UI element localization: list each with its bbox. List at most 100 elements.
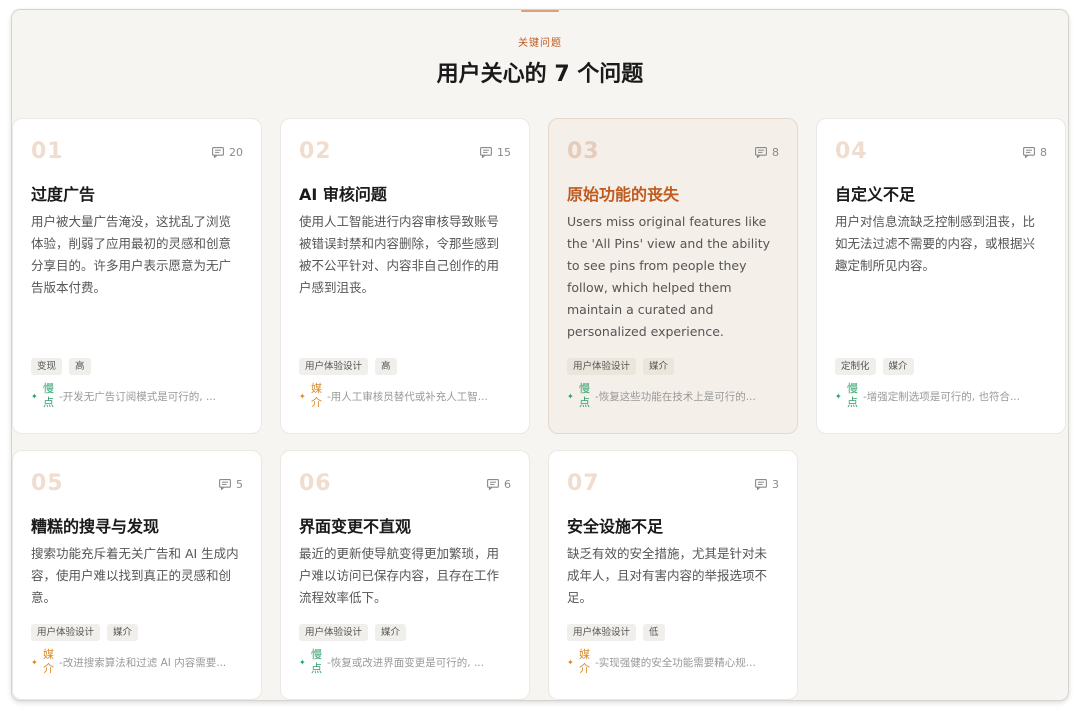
feasibility-text: -恢复这些功能在技术上是可行的... <box>595 390 756 403</box>
feasibility-note: ✦ 慢点 -恢复或改进界面变更是可行的, ... <box>299 648 499 676</box>
feasibility-label: 慢点 <box>43 382 54 409</box>
feasibility-text: -用人工审核员替代或补充人工智... <box>327 390 488 403</box>
feasibility-label: 慢点 <box>847 382 858 409</box>
page-title: 用户关心的 7 个问题 <box>436 62 644 87</box>
tag-list: 定制化 媒介 <box>835 358 914 375</box>
sparkle-icon: ✦ <box>567 391 574 401</box>
issue-card-07[interactable]: 07 3 安全设施不足 缺乏有效的安全措施，尤其是针对未成年人，且对有害内容的举… <box>548 450 798 700</box>
comment-count: 6 <box>487 478 511 491</box>
comment-icon <box>755 479 767 491</box>
tag: 高 <box>69 358 91 375</box>
issue-card-01[interactable]: 01 20 过度广告 用户被大量广告淹没，这扰乱了浏览体验，削弱了应用最初的灵感… <box>12 118 262 434</box>
feasibility-note: ✦ 媒介 -实现强健的安全功能需要精心规... <box>567 648 767 676</box>
comment-count-value: 6 <box>504 478 511 491</box>
issue-number: 02 <box>299 139 332 164</box>
issue-description: 用户被大量广告淹没，这扰乱了浏览体验，削弱了应用最初的灵感和创意分享目的。许多用… <box>31 214 232 295</box>
issue-description: 使用人工智能进行内容审核导致账号被错误封禁和内容删除，令那些感到被不公平针对、内… <box>299 214 500 295</box>
sparkle-icon: ✦ <box>835 391 842 401</box>
sparkle-icon: ✦ <box>567 657 574 667</box>
feasibility-text: -改进搜索算法和过滤 AI 内容需要... <box>59 656 227 669</box>
comment-icon <box>755 147 767 159</box>
sparkle-icon: ✦ <box>31 657 38 667</box>
tag-list: 用户体验设计 媒介 <box>31 624 139 641</box>
tag: 高 <box>375 358 397 375</box>
issue-title: 过度广告 <box>31 185 96 204</box>
comment-icon <box>212 147 224 159</box>
issue-number: 01 <box>31 139 64 164</box>
feasibility-text: -开发无广告订阅模式是可行的, ... <box>59 390 216 403</box>
tag-list: 用户体验设计高 <box>299 358 397 375</box>
feasibility-note: ✦ 慢点 -增强定制选项是可行的, 也符合... <box>835 382 1035 410</box>
feasibility-note: ✦ 慢点 -开发无广告订阅模式是可行的, ... <box>31 382 231 410</box>
comment-icon <box>1023 147 1035 159</box>
comment-count: 8 <box>755 146 779 159</box>
feasibility-label: 慢点 <box>579 382 590 409</box>
comment-count: 5 <box>219 478 243 491</box>
comment-count-value: 20 <box>229 146 243 159</box>
feasibility-label: 媒介 <box>311 382 322 409</box>
issue-title: 安全设施不足 <box>567 517 664 536</box>
feasibility-text: -实现强健的安全功能需要精心规... <box>595 656 756 669</box>
sparkle-icon: ✦ <box>299 657 306 667</box>
issue-description: 搜索功能充斥着无关广告和 AI 生成内容，使用户难以找到真正的灵感和创意。 <box>31 546 239 605</box>
comment-count: 3 <box>755 478 779 491</box>
tag: 用户体验设计 <box>31 624 101 641</box>
issue-card-02[interactable]: 02 15 AI 审核问题 使用人工智能进行内容审核导致账号被错误封禁和内容删除… <box>280 118 530 434</box>
issue-card-06[interactable]: 06 6 界面变更不直观 最近的更新使导航变得更加繁琐，用户难以访问已保存内容，… <box>280 450 530 700</box>
sparkle-icon: ✦ <box>31 391 38 401</box>
top-accent-bar <box>521 10 559 12</box>
comment-count: 15 <box>480 146 511 159</box>
comment-count-value: 8 <box>772 146 779 159</box>
tag: 媒介 <box>375 624 407 641</box>
tag: 媒介 <box>882 358 914 375</box>
tag: 低 <box>643 624 665 641</box>
issue-description: Users miss original features like the 'A… <box>567 214 771 339</box>
comment-count: 8 <box>1023 146 1047 159</box>
issues-panel: 关键问题 用户关心的 7 个问题 01 20 过度广告 用户被大量广告淹没，这扰… <box>12 10 1068 700</box>
tag: 用户体验设计 <box>299 624 369 641</box>
issue-number: 07 <box>567 471 600 496</box>
comment-icon <box>219 479 231 491</box>
feasibility-note: ✦ 慢点 -恢复这些功能在技术上是可行的... <box>567 382 767 410</box>
issue-number: 05 <box>31 471 64 496</box>
feasibility-note: ✦ 媒介 -改进搜索算法和过滤 AI 内容需要... <box>31 648 231 676</box>
feasibility-text: -增强定制选项是可行的, 也符合... <box>863 390 1020 403</box>
comment-count-value: 15 <box>497 146 511 159</box>
comment-count-value: 5 <box>236 478 243 491</box>
issue-card-05[interactable]: 05 5 糟糕的搜寻与发现 搜索功能充斥着无关广告和 AI 生成内容，使用户难以… <box>12 450 262 700</box>
issue-description: 缺乏有效的安全措施，尤其是针对未成年人，且对有害内容的举报选项不足。 <box>567 546 768 605</box>
issue-title: 糟糕的搜寻与发现 <box>31 517 160 536</box>
section-eyebrow: 关键问题 <box>518 38 562 49</box>
feasibility-label: 媒介 <box>579 648 590 675</box>
tag: 定制化 <box>835 358 876 375</box>
feasibility-label: 媒介 <box>43 648 54 675</box>
tag-list: 用户体验设计 媒介 <box>567 358 675 375</box>
issue-number: 06 <box>299 471 332 496</box>
tag: 用户体验设计 <box>567 624 637 641</box>
comment-count-value: 8 <box>1040 146 1047 159</box>
comment-count-value: 3 <box>772 478 779 491</box>
issue-number: 03 <box>567 139 600 164</box>
tag: 媒介 <box>643 358 675 375</box>
tag: 变现 <box>31 358 63 375</box>
issue-number: 04 <box>835 139 868 164</box>
issue-description: 用户对信息流缺乏控制感到沮丧，比如无法过滤不需要的内容，或根据兴趣定制所见内容。 <box>835 214 1036 273</box>
tag: 用户体验设计 <box>299 358 369 375</box>
issue-title: 界面变更不直观 <box>299 517 412 536</box>
issue-description: 最近的更新使导航变得更加繁琐，用户难以访问已保存内容，且存在工作流程效率低下。 <box>299 546 500 605</box>
comment-count: 20 <box>212 146 243 159</box>
feasibility-note: ✦ 媒介 -用人工审核员替代或补充人工智... <box>299 382 499 410</box>
issue-card-04[interactable]: 04 8 自定义不足 用户对信息流缺乏控制感到沮丧，比如无法过滤不需要的内容，或… <box>816 118 1066 434</box>
issue-card-03[interactable]: 03 8 原始功能的丧失 Users miss original feature… <box>548 118 798 434</box>
feasibility-label: 慢点 <box>311 648 322 675</box>
sparkle-icon: ✦ <box>299 391 306 401</box>
tag-list: 用户体验设计 媒介 <box>299 624 407 641</box>
tag: 用户体验设计 <box>567 358 637 375</box>
feasibility-text: -恢复或改进界面变更是可行的, ... <box>327 656 484 669</box>
tag-list: 变现高 <box>31 358 91 375</box>
comment-icon <box>480 147 492 159</box>
tag-list: 用户体验设计低 <box>567 624 665 641</box>
issue-title: 自定义不足 <box>835 185 916 204</box>
issue-title: 原始功能的丧失 <box>567 185 680 204</box>
comment-icon <box>487 479 499 491</box>
